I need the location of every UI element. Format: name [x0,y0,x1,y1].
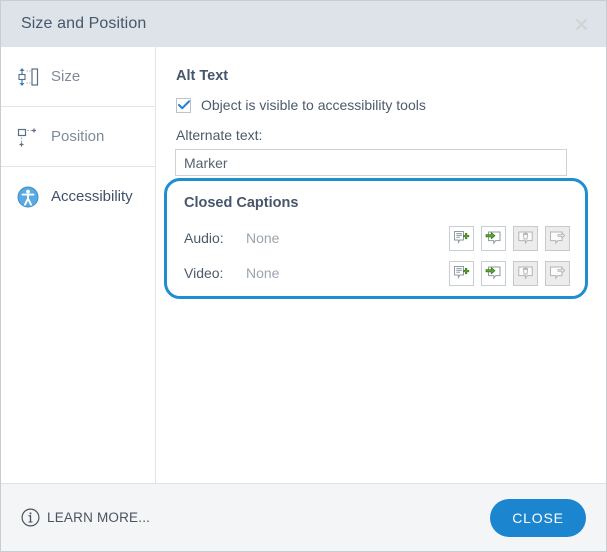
delete-caption-icon [513,226,538,251]
size-arrows-icon [15,64,41,90]
closed-captions-heading: Closed Captions [184,195,298,211]
sidebar-item-label-accessibility: Accessibility [51,188,133,205]
sidebar-item-position[interactable]: Position [1,107,155,167]
visible-to-accessibility-label: Object is visible to accessibility tools [201,97,426,113]
learn-more-label: LEARN MORE... [47,510,150,525]
dialog-footer: LEARN MORE... CLOSE [1,483,606,551]
sidebar-item-size[interactable]: Size [1,47,155,107]
import-caption-icon[interactable] [481,261,506,286]
dialog-body: Size Position [1,47,606,483]
video-value: None [246,265,449,281]
size-and-position-dialog: Size and Position [0,0,607,552]
closed-captions-video-row: Video: None [184,260,574,286]
closed-captions-panel: Closed Captions Audio: None [164,178,588,299]
sidebar-item-label-position: Position [51,128,104,145]
dialog-titlebar: Size and Position [1,1,606,47]
alternate-text-label: Alternate text: [176,127,262,143]
add-caption-file-icon[interactable] [449,261,474,286]
info-circle-icon [21,508,40,527]
audio-value: None [246,230,449,246]
import-caption-icon[interactable] [481,226,506,251]
sidebar-item-accessibility[interactable]: Accessibility [1,167,155,227]
dialog-sidebar: Size Position [1,47,156,483]
visible-to-accessibility-checkbox-row[interactable]: Object is visible to accessibility tools [176,97,426,113]
export-caption-icon [545,261,570,286]
delete-caption-icon [513,261,538,286]
video-label: Video: [184,265,246,281]
audio-caption-buttons [449,226,574,251]
learn-more-link[interactable]: LEARN MORE... [21,508,150,527]
sidebar-item-label-size: Size [51,68,80,85]
add-caption-file-icon[interactable] [449,226,474,251]
dialog-title: Size and Position [1,15,146,33]
accessibility-person-icon [15,184,41,210]
alt-text-heading: Alt Text [176,68,228,84]
position-move-icon [15,124,41,150]
close-x-icon[interactable] [566,10,596,38]
checkmark-icon [178,100,190,110]
video-caption-buttons [449,261,574,286]
alternate-text-input[interactable] [175,149,567,176]
audio-label: Audio: [184,230,246,246]
accessibility-panel: Alt Text Object is visible to accessibil… [156,47,606,483]
visible-to-accessibility-checkbox[interactable] [176,98,191,113]
close-button[interactable]: CLOSE [490,499,586,537]
closed-captions-audio-row: Audio: None [184,225,574,251]
export-caption-icon [545,226,570,251]
